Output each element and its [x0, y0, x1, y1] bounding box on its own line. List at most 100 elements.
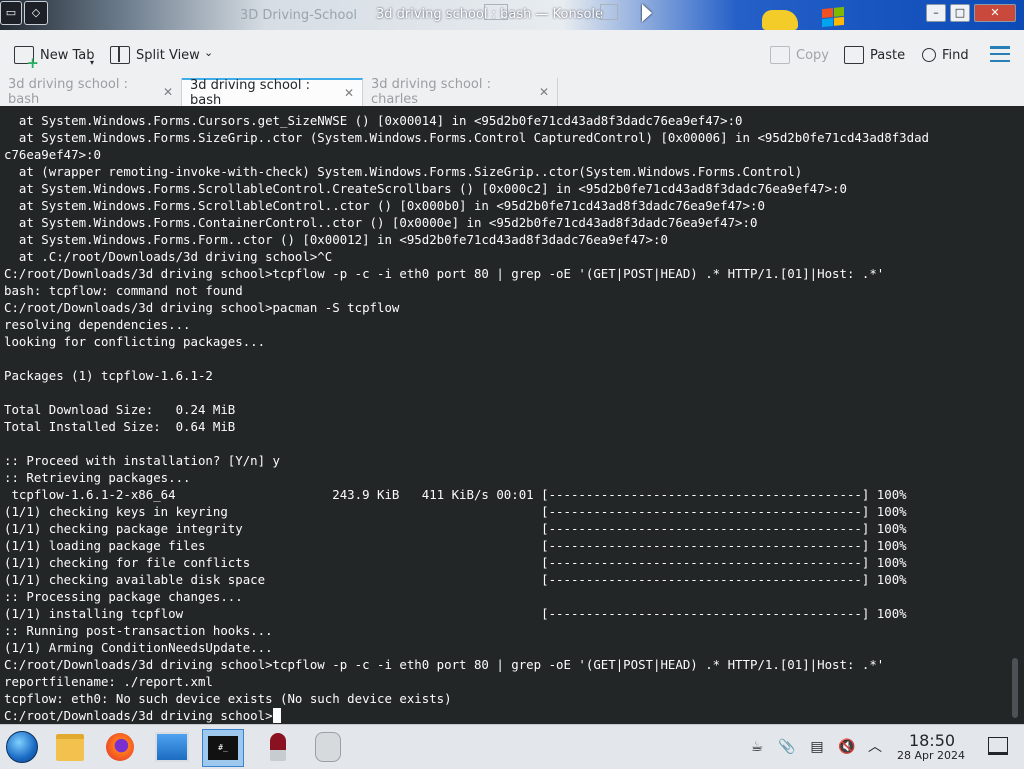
- split-view-icon: [110, 46, 130, 64]
- terminal-line: (1/1) checking package integrity [------…: [4, 521, 907, 536]
- start-orb-icon: [6, 731, 38, 763]
- terminal-line: :: Retrieving packages...: [4, 470, 191, 485]
- jug-icon[interactable]: [308, 729, 348, 765]
- close-icon[interactable]: ✕: [344, 86, 354, 100]
- terminal-line: at System.Windows.Forms.Form..ctor () [0…: [4, 232, 668, 247]
- minimize-button[interactable]: –: [926, 4, 946, 22]
- tab-bash-2[interactable]: 3d driving school : bash ✕: [182, 78, 363, 108]
- terminal-line: (1/1) loading package files [-----------…: [4, 538, 907, 553]
- terminal-line: (1/1) checking available disk space [---…: [4, 572, 907, 587]
- terminal-line: :: Processing package changes...: [4, 589, 243, 604]
- terminal-icon-text: #_: [208, 736, 238, 760]
- terminal-line: tcpflow: eth0: No such device exists (No…: [4, 691, 452, 706]
- terminal-scrollbar[interactable]: [1008, 106, 1024, 724]
- search-icon: [922, 48, 936, 62]
- copy-button[interactable]: Copy: [770, 44, 829, 66]
- taskbar: #_ ☕ 📎 ▤ 🔇 ︿ 18:50 28 Apr 2024: [0, 724, 1024, 769]
- window-menu-icon[interactable]: ◇: [24, 1, 48, 25]
- start-button[interactable]: [2, 729, 42, 765]
- cheese-icon: [762, 10, 798, 30]
- tab-label: 3d driving school : bash: [190, 78, 310, 108]
- terminal-line: at System.Windows.Forms.ScrollableContro…: [4, 198, 765, 213]
- paste-button[interactable]: Paste: [844, 44, 905, 66]
- terminal-line: (1/1) Arming ConditionNeedsUpdate...: [4, 640, 273, 655]
- terminal-line: tcpflow-1.6.1-2-x86_64 243.9 KiB 411 KiB…: [4, 487, 907, 502]
- hamburger-menu-icon[interactable]: [990, 46, 1010, 62]
- tab-charles[interactable]: 3d driving school : charles ✕: [363, 77, 558, 107]
- new-tab-icon: [14, 46, 39, 72]
- prompt-text: C:/root/Downloads/3d driving school>: [4, 708, 273, 723]
- window-title-bar: ▭ ◇ 3D Driving-School 3d driving school …: [0, 0, 1024, 30]
- mouse-pointer-icon: [642, 4, 652, 22]
- terminal-line: Packages (1) tcpflow-1.6.1-2: [4, 368, 213, 383]
- close-window-button[interactable]: ✕: [974, 4, 1016, 22]
- terminal-icon[interactable]: #_: [202, 729, 244, 767]
- new-tab-button[interactable]: New Tab: [14, 44, 95, 72]
- copy-label: Copy: [796, 47, 829, 63]
- terminal-line: at System.Windows.Forms.Cursors.get_Size…: [4, 113, 743, 128]
- tab-label: 3d driving school : charles: [371, 77, 491, 107]
- terminal-line: at System.Windows.Forms.SizeGrip..ctor (…: [4, 130, 930, 145]
- tab-bash-1[interactable]: 3d driving school : bash ✕: [0, 77, 182, 107]
- close-icon[interactable]: ✕: [539, 85, 549, 99]
- background-window-control: [484, 4, 508, 20]
- terminal-line: :: Proceed with installation? [Y/n] y: [4, 453, 281, 468]
- chevron-up-icon[interactable]: ︿: [866, 737, 884, 757]
- konsole-toolbar: New Tab ▾ Split View ⌄ Copy Paste Find: [0, 30, 1024, 79]
- split-view-button[interactable]: Split View: [110, 44, 200, 66]
- new-tab-label: New Tab: [40, 47, 95, 63]
- window-icon[interactable]: ▭: [0, 1, 22, 25]
- terminal-line: at .C:/root/Downloads/3d driving school>…: [4, 249, 333, 264]
- scrollbar-thumb[interactable]: [1012, 658, 1018, 718]
- clock-date[interactable]: 28 Apr 2024: [888, 749, 974, 762]
- terminal-line: C:/root/Downloads/3d driving school>tcpf…: [4, 266, 885, 281]
- network-computer-icon[interactable]: [152, 729, 192, 765]
- terminal-prompt[interactable]: C:/root/Downloads/3d driving school>: [4, 707, 1008, 724]
- terminal-line: (1/1) checking keys in keyring [--------…: [4, 504, 907, 519]
- terminal-line: Total Installed Size: 0.64 MiB: [4, 419, 236, 434]
- terminal-line: reportfilename: ./report.xml: [4, 674, 213, 689]
- terminal-line: resolving dependencies...: [4, 317, 191, 332]
- chevron-down-icon[interactable]: ▾: [90, 58, 94, 67]
- terminal-line: c76ea9ef47>:0: [4, 147, 101, 162]
- terminal-line: C:/root/Downloads/3d driving school>pacm…: [4, 300, 400, 315]
- maximize-button[interactable]: □: [950, 4, 970, 22]
- chevron-down-icon[interactable]: ⌄: [204, 46, 213, 59]
- mug-icon[interactable]: ☕: [748, 737, 766, 757]
- tab-label: 3d driving school : bash: [8, 77, 128, 107]
- close-icon[interactable]: ✕: [163, 85, 173, 99]
- terminal-text: at System.Windows.Forms.Cursors.get_Size…: [0, 106, 1008, 724]
- paste-icon: [844, 46, 864, 64]
- wine-glass-icon[interactable]: [258, 729, 298, 765]
- show-desktop-icon[interactable]: [988, 737, 1008, 755]
- copy-icon: [770, 46, 790, 64]
- firefox-icon[interactable]: [100, 729, 140, 765]
- find-button[interactable]: Find: [922, 44, 969, 66]
- terminal-output[interactable]: at System.Windows.Forms.Cursors.get_Size…: [0, 106, 1008, 724]
- paperclip-icon[interactable]: 📎: [778, 737, 796, 757]
- clipboard-icon[interactable]: ▤: [808, 737, 826, 757]
- text-cursor: [272, 708, 281, 723]
- terminal-line: :: Running post-transaction hooks...: [4, 623, 273, 638]
- terminal-line: looking for conflicting packages...: [4, 334, 266, 349]
- terminal-line: (1/1) installing tcpflow [--------------…: [4, 606, 907, 621]
- split-view-label: Split View: [136, 47, 200, 63]
- file-manager-icon[interactable]: [50, 729, 90, 765]
- terminal-line: at (wrapper remoting-invoke-with-check) …: [4, 164, 803, 179]
- paste-label: Paste: [870, 47, 906, 63]
- terminal-line: C:/root/Downloads/3d driving school>tcpf…: [4, 657, 885, 672]
- windows-flag-icon: [822, 6, 844, 28]
- terminal-line: at System.Windows.Forms.ScrollableContro…: [4, 181, 847, 196]
- volume-muted-icon[interactable]: 🔇: [838, 737, 856, 757]
- background-window-title: 3D Driving-School: [240, 8, 358, 23]
- clock-time[interactable]: 18:50: [900, 731, 964, 750]
- terminal-line: bash: tcpflow: command not found: [4, 283, 243, 298]
- tab-bar: 3d driving school : bash ✕ 3d driving sc…: [0, 77, 1024, 108]
- terminal-line: at System.Windows.Forms.ContainerControl…: [4, 215, 758, 230]
- terminal-line: Total Download Size: 0.24 MiB: [4, 402, 236, 417]
- find-label: Find: [942, 47, 969, 63]
- terminal-line: (1/1) checking for file conflicts [-----…: [4, 555, 907, 570]
